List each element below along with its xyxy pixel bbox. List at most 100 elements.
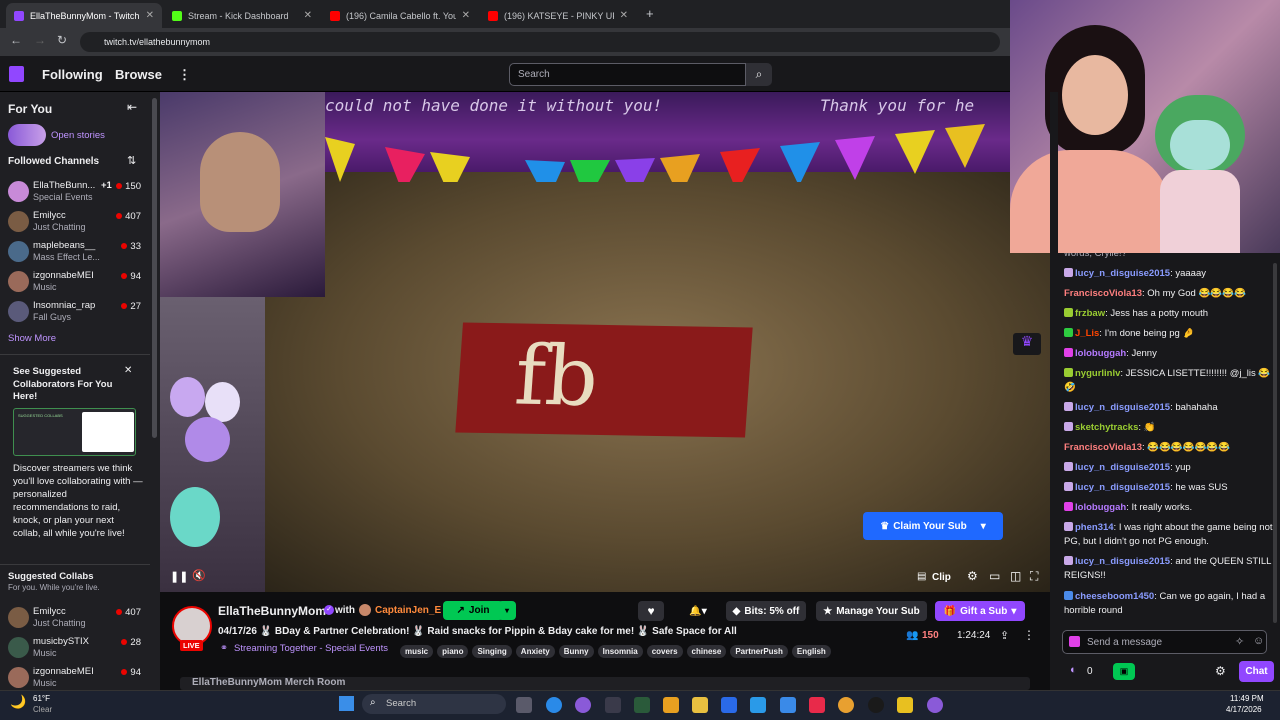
taskbar-time[interactable]: 11:49 PM <box>1230 694 1264 703</box>
close-tab-icon[interactable]: ✕ <box>146 10 154 21</box>
app-icon[interactable] <box>663 697 679 713</box>
partner-name[interactable]: CaptainJen_E <box>375 605 441 616</box>
gift-sub-button[interactable]: 🎁 Gift a Sub ▾ <box>935 601 1025 621</box>
tag-chip[interactable]: Insomnia <box>597 645 643 658</box>
youtube-favicon-icon <box>488 10 498 21</box>
stories-avatars[interactable] <box>8 124 46 146</box>
video-player[interactable]: could not have done it without you! Than… <box>160 92 1050 592</box>
edge-icon[interactable] <box>546 697 562 713</box>
obs-icon[interactable] <box>575 697 591 713</box>
tag-chip[interactable]: English <box>791 645 831 658</box>
avatar <box>8 271 29 292</box>
tab-kick[interactable]: Stream - Kick Dashboard ✕ <box>164 3 320 28</box>
collapse-chat-icon[interactable]: ◫ <box>1010 569 1021 583</box>
bits-button[interactable]: ◆ Bits: 5% off <box>726 601 806 621</box>
followed-channel-row[interactable]: Insomniac_rap Fall Guys 27 <box>0 297 150 327</box>
store-icon[interactable] <box>721 697 737 713</box>
fullscreen-icon[interactable]: ⛶ <box>1030 569 1038 584</box>
collapse-sidebar-icon[interactable]: ⇤ <box>127 100 137 114</box>
streamer-face <box>1062 55 1128 135</box>
claim-sub-button[interactable]: ♛ Claim Your Sub ▾ <box>863 512 1003 540</box>
join-dropdown-button[interactable]: ▾ <box>498 601 516 620</box>
collab-channel-row[interactable]: izgonnabeMEI Music 94 <box>0 663 150 690</box>
taskbar-search-input[interactable]: ⌕ Search <box>362 694 506 714</box>
followed-channel-row[interactable]: maplebeans__ Mass Effect Le... 33 <box>0 237 150 267</box>
mute-icon[interactable]: 🔇 <box>192 569 206 582</box>
followed-channel-row[interactable]: EllaTheBunn... +1 Special Events 150 <box>0 177 150 207</box>
url-input[interactable]: twitch.tv/ellathebunnymom <box>80 32 1000 52</box>
tag-chip[interactable]: covers <box>646 645 683 658</box>
task-view-icon[interactable] <box>516 697 532 713</box>
channel-points-icon[interactable]: ◐ <box>1070 664 1077 676</box>
tag-chip[interactable]: Anxiety <box>515 645 555 658</box>
collab-channel-row[interactable]: musicbySTIX Music 28 <box>0 633 150 663</box>
show-more-link[interactable]: Show More <box>8 333 56 344</box>
followed-channel-row[interactable]: izgonnabeMEI Music 94 <box>0 267 150 297</box>
forward-icon[interactable]: → <box>34 33 46 47</box>
tag-chip[interactable]: music <box>400 645 434 658</box>
tag-chip[interactable]: PartnerPush <box>730 645 788 658</box>
manage-sub-button[interactable]: ★ Manage Your Sub <box>816 601 927 621</box>
tag-chip[interactable]: Bunny <box>558 645 594 658</box>
crown-icon[interactable]: ♛ <box>1013 333 1041 355</box>
share-icon[interactable]: ⇪ <box>1000 629 1009 642</box>
chat-settings-gear-icon[interactable]: ⚙ <box>1215 664 1226 678</box>
nav-following[interactable]: Following <box>42 67 103 82</box>
pause-icon[interactable]: ❚❚ <box>170 570 188 583</box>
back-icon[interactable]: ← <box>10 33 22 47</box>
send-message-input[interactable]: Send a message ✧ ☺ <box>1062 630 1267 654</box>
close-tab-icon[interactable]: ✕ <box>462 10 470 21</box>
app-icon[interactable] <box>780 697 796 713</box>
file-explorer-icon[interactable] <box>692 697 708 713</box>
app-icon[interactable] <box>809 697 825 713</box>
chat-scrollbar[interactable] <box>1273 263 1277 623</box>
bits-cheer-icon[interactable]: ✧ <box>1235 635 1244 648</box>
new-tab-icon[interactable]: + <box>646 6 654 21</box>
close-tab-icon[interactable]: ✕ <box>304 10 312 21</box>
follow-heart-icon[interactable]: ♥ <box>638 601 664 621</box>
app-icon[interactable] <box>750 697 766 713</box>
tab-youtube-1[interactable]: (196) Camila Cabello ft. Young ✕ <box>322 3 478 28</box>
open-stories-link[interactable]: Open stories <box>51 130 105 141</box>
clip-icon[interactable]: ▤ <box>917 571 926 582</box>
discord-icon[interactable] <box>927 697 943 713</box>
sidebar-scrollbar[interactable] <box>152 98 157 438</box>
weather-temp[interactable]: 61°F <box>33 694 50 703</box>
twitch-logo-icon[interactable] <box>9 66 24 82</box>
app-icon[interactable] <box>897 697 913 713</box>
tab-youtube-2[interactable]: (196) KATSEYE - PINKY UP KAR ✕ <box>480 3 636 28</box>
search-icon[interactable]: ⌕ <box>746 63 772 86</box>
join-button[interactable]: ↗ Join <box>443 601 503 620</box>
more-menu-icon[interactable]: ⋮ <box>178 67 191 83</box>
channel-name: Emilycc <box>33 210 66 221</box>
chrome-icon[interactable] <box>838 697 854 713</box>
channel-game: Music <box>33 282 57 292</box>
more-options-icon[interactable]: ⋮ <box>1023 628 1035 642</box>
followed-channel-row[interactable]: Emilycc Just Chatting 407 <box>0 207 150 237</box>
stream-category-link[interactable]: Streaming Together - Special Events <box>234 643 388 654</box>
banner-text-left: could not have done it without you! <box>325 96 663 115</box>
emote-picker-icon[interactable]: ☺ <box>1253 635 1264 647</box>
collab-channel-row[interactable]: Emilycc Just Chatting 407 <box>0 603 150 633</box>
clip-button[interactable]: Clip <box>932 572 951 583</box>
app-icon[interactable] <box>605 697 621 713</box>
app-icon[interactable] <box>868 697 884 713</box>
notifications-bell-icon[interactable]: 🔔▾ <box>680 601 716 621</box>
tag-chip[interactable]: Singing <box>472 645 512 658</box>
nav-browse[interactable]: Browse <box>115 67 162 82</box>
sort-icon[interactable]: ⇅ <box>127 154 136 167</box>
tag-chip[interactable]: piano <box>437 645 469 658</box>
chat-send-button[interactable]: Chat <box>1239 661 1274 682</box>
reload-icon[interactable]: ↻ <box>57 33 67 47</box>
theatre-mode-icon[interactable]: ▭ <box>989 569 1000 583</box>
tab-twitch[interactable]: EllaTheBunnyMom - Twitch ✕ <box>6 3 162 28</box>
search-input[interactable]: Search <box>509 63 746 86</box>
channel-name[interactable]: EllaTheBunnyMom <box>218 604 326 618</box>
terminal-icon[interactable] <box>634 697 650 713</box>
predictions-icon[interactable]: ▣ <box>1113 663 1135 680</box>
windows-start-icon[interactable] <box>339 696 354 711</box>
settings-gear-icon[interactable]: ⚙ <box>967 569 978 583</box>
tag-chip[interactable]: chinese <box>686 645 727 658</box>
close-icon[interactable]: ✕ <box>124 365 132 376</box>
close-tab-icon[interactable]: ✕ <box>620 10 628 21</box>
